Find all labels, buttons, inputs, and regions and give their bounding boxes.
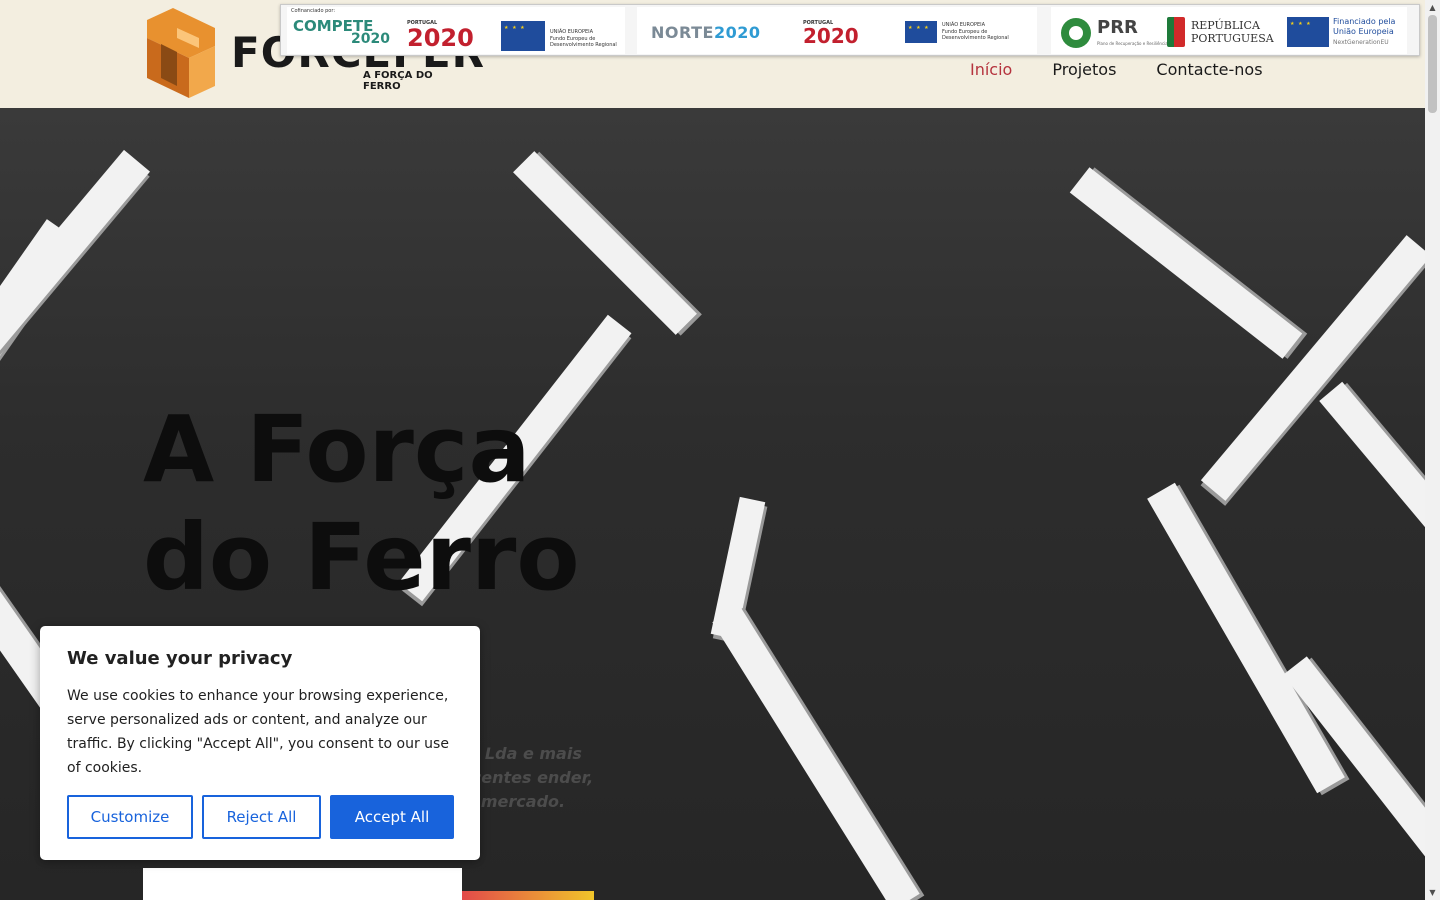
accept-all-button[interactable]: Accept All	[330, 795, 454, 839]
fundo-europeu-label-2: Fundo Europeu de Desenvolvimento Regiona…	[942, 28, 1009, 42]
decorative-bar	[1069, 167, 1303, 359]
customize-button[interactable]: Customize	[67, 795, 193, 839]
hero-gradient-accent	[462, 891, 594, 900]
prr-logo-icon	[1061, 18, 1091, 48]
eu-text-block-2: UNIÃO EUROPEIA Fundo Europeu de Desenvol…	[942, 22, 1032, 42]
main-nav: Início Projetos Contacte-nos	[970, 60, 1263, 79]
reject-all-button[interactable]: Reject All	[202, 795, 321, 839]
financiado-ue-label: União Europeia	[1333, 27, 1394, 36]
financiado-label: Financiado pela	[1333, 17, 1396, 26]
eu-flag-icon	[905, 21, 937, 43]
portugal-2020-logo-2: PORTUGAL 2020	[803, 21, 859, 48]
hero-cta-box[interactable]	[143, 868, 462, 900]
year-2020-label: 2020	[407, 24, 474, 52]
nav-link-projetos[interactable]: Projetos	[1052, 60, 1116, 79]
scroll-down-arrow-icon[interactable]: ▼	[1425, 885, 1440, 900]
nav-link-inicio[interactable]: Início	[970, 60, 1012, 79]
eu-flag-icon	[1287, 17, 1329, 47]
scroll-up-arrow-icon[interactable]: ▲	[1425, 0, 1440, 15]
forcefer-logo-icon	[147, 8, 215, 98]
decorative-bar	[712, 605, 920, 900]
fundo-europeu-label: Fundo Europeu de Desenvolvimento Regiona…	[550, 35, 617, 49]
nav-link-contacte-nos[interactable]: Contacte-nos	[1156, 60, 1262, 79]
norte-2020-logo: NORTE2020	[651, 23, 760, 42]
norte-label: NORTE	[651, 23, 714, 42]
portugal-2020-logo: PORTUGAL 2020	[407, 21, 474, 52]
eu-text-block: UNIÃO EUROPEIA Fundo Europeu de Desenvol…	[550, 29, 624, 49]
funding-banner: Cofinanciado por: COMPETE 2020 PORTUGAL …	[280, 4, 1420, 56]
decorative-bar	[513, 151, 697, 335]
logo-tagline: A FORÇA DO FERRO	[363, 70, 433, 92]
portugal-emblem-icon	[1167, 17, 1185, 47]
nextgen-label: NextGenerationEU	[1333, 39, 1389, 46]
scrollbar-thumb[interactable]	[1428, 15, 1437, 113]
norte-funding-block: NORTE2020 PORTUGAL 2020 UNIÃO EUROPEIA F…	[637, 7, 1037, 54]
prr-subtitle: Plano de Recuperação e Resiliência	[1097, 41, 1168, 46]
financiado-ue-text: Financiado pela União Europeia NextGener…	[1333, 17, 1395, 47]
cookie-buttons: Customize Reject All Accept All	[67, 795, 454, 839]
year-2020-label-2: 2020	[803, 24, 859, 48]
hero-title: A Força do Ferro	[143, 396, 580, 611]
cookie-consent-dialog: We value your privacy We use cookies to …	[40, 626, 480, 860]
eu-flag-icon	[501, 21, 545, 51]
cookie-text: We use cookies to enhance your browsing …	[67, 688, 449, 776]
compete-funding-block: Cofinanciado por: COMPETE 2020 PORTUGAL …	[287, 7, 625, 54]
norte-year: 2020	[713, 23, 761, 42]
portuguesa-label: PORTUGUESA	[1191, 32, 1274, 46]
republica-portuguesa-logo: REPÚBLICA PORTUGUESA	[1191, 19, 1274, 45]
prr-funding-block: PRR Plano de Recuperação e Resiliência R…	[1051, 7, 1407, 54]
decorative-bar	[1147, 482, 1345, 794]
republica-label: REPÚBLICA	[1191, 19, 1260, 32]
cofinanciado-label: Cofinanciado por:	[291, 8, 336, 14]
decorative-bar	[1319, 381, 1425, 555]
page-scrollbar[interactable]: ▲ ▼	[1425, 0, 1440, 900]
cookie-title: We value your privacy	[67, 648, 293, 669]
prr-label: PRR	[1097, 17, 1138, 38]
compete-2020-logo: COMPETE 2020	[293, 19, 390, 47]
